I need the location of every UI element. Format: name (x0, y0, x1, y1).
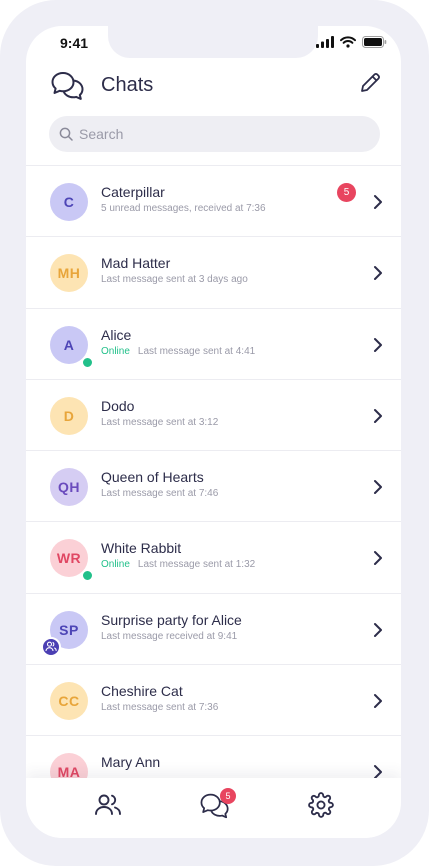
online-label: Online (101, 345, 130, 357)
chevron-right-icon (374, 337, 382, 352)
chat-name: Mary Ann (101, 754, 161, 771)
last-message-info: Last message received at 9:41 (101, 630, 238, 642)
online-status-dot (81, 569, 94, 583)
chat-subtitle: Last message sent at 3 days ago (101, 274, 248, 285)
screen: 9:41 Chats Search C Caterpillar 5 unread… (26, 26, 401, 838)
chat-name: Alice (101, 326, 132, 343)
chat-row[interactable]: D Dodo Last message sent at 3:12 (26, 380, 401, 452)
online-label: Online (101, 559, 130, 571)
gear-icon (308, 792, 334, 818)
avatar: CC (50, 682, 88, 721)
tab-bar: 5 (26, 778, 401, 838)
header: Chats (26, 66, 401, 106)
contacts-icon (95, 794, 121, 815)
phone-frame: 9:41 Chats Search C Caterpillar 5 unread… (0, 0, 429, 866)
group-badge (41, 636, 61, 657)
chevron-right-icon (374, 622, 382, 637)
search-icon (59, 127, 73, 141)
tab-chats[interactable]: 5 (198, 788, 236, 825)
avatar: C (50, 183, 88, 221)
chat-row[interactable]: A Alice Online Last message sent at 4:41 (26, 309, 401, 380)
chat-subtitle: Last message sent at 7:36 (101, 702, 218, 713)
cellular-signal-icon (316, 36, 334, 48)
chat-row[interactable]: WR White Rabbit Online Last message sent at… (26, 522, 401, 594)
unread-count-badge: 5 (337, 183, 356, 202)
chat-subtitle: Online Last message sent at 4:41 (101, 346, 255, 357)
chat-row[interactable]: MH Mad Hatter Last message sent at 3 days … (26, 237, 401, 309)
battery-icon (362, 36, 387, 48)
notch (108, 26, 318, 58)
group-icon (45, 641, 57, 652)
page-title: Chats (101, 74, 154, 96)
search-input[interactable] (79, 126, 359, 142)
chat-name: Caterpillar (101, 184, 165, 200)
chat-row[interactable]: CC Cheshire Cat Last message sent at 7:36 (26, 665, 401, 737)
last-message-info: Last message sent at 7:46 (101, 488, 219, 500)
chat-subtitle: Last message received at 9:41 (101, 631, 237, 642)
chat-name: Cheshire Cat (101, 683, 183, 700)
chat-subtitle: 5 unread messages, received at 7:36 (101, 203, 266, 214)
chats-unread-badge: 5 (220, 788, 236, 804)
chat-name: Dodo (101, 397, 135, 414)
compose-icon[interactable] (359, 72, 381, 94)
chevron-right-icon (374, 266, 382, 281)
chat-name: Queen of Hearts (101, 469, 204, 486)
avatar: MH (50, 254, 88, 293)
search-bar[interactable] (49, 116, 380, 152)
chat-row[interactable]: C Caterpillar 5 unread messages, received … (26, 166, 401, 238)
chevron-right-icon (374, 551, 382, 566)
chat-row[interactable]: SP Surprise party for Alice Last message r… (26, 594, 401, 666)
chat-name: Mad Hatter (101, 255, 171, 272)
chat-row[interactable]: QH Queen of Hearts Last message sent at 7:… (26, 451, 401, 523)
chat-subtitle: Last message sent at 7:46 (101, 488, 218, 499)
last-message-info: Last message sent at 1:32 (137, 559, 256, 571)
chat-name: White Rabbit (101, 540, 182, 557)
last-message-info: Last message sent at 7:36 (101, 702, 219, 714)
chat-subtitle: Online Last message sent at 1:32 (101, 559, 255, 570)
status-icons (316, 36, 387, 48)
last-message-info: Last message sent at 3:12 (101, 416, 219, 428)
chats-logo-icon (51, 72, 84, 100)
chat-subtitle: Last message sent at 3:12 (101, 417, 218, 428)
last-message-info: Last message sent at 3 days ago (101, 274, 248, 286)
online-status-dot (81, 355, 94, 369)
tab-settings[interactable] (308, 792, 334, 823)
wifi-icon (340, 36, 356, 48)
chevron-right-icon (374, 480, 382, 495)
avatar: D (50, 396, 88, 435)
chat-list: C Caterpillar 5 unread messages, received … (26, 165, 401, 808)
last-message-info: Last message sent at 4:41 (137, 345, 256, 357)
last-message-info: 5 unread messages, received at 7:36 (101, 203, 266, 214)
chevron-right-icon (374, 694, 382, 709)
chevron-right-icon (374, 195, 382, 209)
chat-name: Surprise party for Alice (101, 611, 242, 628)
tab-contacts[interactable] (94, 792, 122, 823)
status-time: 9:41 (60, 35, 89, 51)
chevron-right-icon (374, 408, 382, 423)
avatar: QH (50, 468, 88, 507)
